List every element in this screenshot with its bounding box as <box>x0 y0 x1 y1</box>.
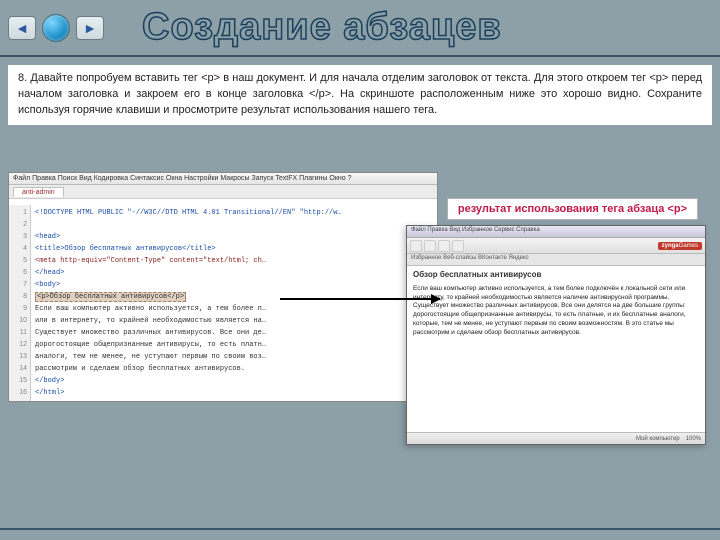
editor-code: <!DOCTYPE HTML PUBLIC "-//W3C//DTD HTML … <box>31 205 437 401</box>
home-icon[interactable] <box>452 240 464 252</box>
code-line: </head> <box>35 269 64 277</box>
editor-menubar[interactable]: Файл Правка Поиск Вид Кодировка Синтакси… <box>9 173 437 185</box>
result-label: результат использования тега абзаца <p> <box>447 198 698 220</box>
page-body-text: Если ваш компьютер активно используется,… <box>413 285 699 338</box>
code-line: <head> <box>35 233 60 241</box>
nav-next-button[interactable]: ► <box>76 16 104 40</box>
code-line: <meta http-equiv="Content-Type" content=… <box>35 257 266 265</box>
browser-content: Обзор бесплатных антивирусов Если ваш ко… <box>407 266 705 341</box>
nav-prev-button[interactable]: ◄ <box>8 16 36 40</box>
status-mode: Мой компьютер <box>636 436 680 442</box>
code-line: Если ваш компьютер активно используется,… <box>35 305 266 313</box>
status-zoom: 100% <box>686 436 701 442</box>
page-heading: Обзор бесплатных антивирусов <box>413 270 699 281</box>
back-icon[interactable] <box>410 240 422 252</box>
instruction-block: 8. Давайте попробуем вставить тег <p> в … <box>8 65 712 125</box>
editor-gutter: 12345678910111213141516 <box>9 205 31 401</box>
divider <box>0 55 720 57</box>
instruction-text: Давайте попробуем вставить тег <p> в наш… <box>18 72 702 116</box>
browser-window: Файл Правка Вид Избранное Сервис Справка… <box>406 225 706 445</box>
forward-icon[interactable] <box>424 240 436 252</box>
code-line: аналоги, тем не менее, не уступают первы… <box>35 353 266 361</box>
bottom-divider <box>0 528 720 530</box>
code-line: <title>Обзор бесплатных антивирусов</tit… <box>35 245 216 253</box>
browser-favorites-bar[interactable]: Избранное Веб-слайсы ВКонтакте Яндекс <box>407 254 705 266</box>
step-number: 8. <box>18 72 27 84</box>
editor-tab[interactable]: anti-admin <box>13 187 64 197</box>
header-toolbar: ◄ ► Создание абзацев <box>0 0 720 55</box>
code-editor-window: Файл Правка Поиск Вид Кодировка Синтакси… <box>8 172 438 402</box>
reload-icon[interactable] <box>438 240 450 252</box>
code-line: дорогостоящие общепризнанные антивирусы,… <box>35 341 266 349</box>
code-line: Существует множество различных антивирус… <box>35 329 266 337</box>
code-line: <body> <box>35 281 60 289</box>
browser-statusbar: Мой компьютер 100% <box>407 432 705 444</box>
zynga-badge[interactable]: zyngaGames <box>658 242 702 250</box>
code-line: рассмотрим и сделаем обзор бесплатных ан… <box>35 365 245 373</box>
page-title: Создание абзацев <box>142 6 502 49</box>
globe-icon[interactable] <box>42 14 70 42</box>
code-line: </body> <box>35 377 64 385</box>
code-line: </html> <box>35 389 64 397</box>
arrow-icon <box>280 298 440 300</box>
code-line: или в интернету, то крайней необходимост… <box>35 317 266 325</box>
highlighted-line: <p>Обзор бесплатных антивирусов</p> <box>35 292 186 302</box>
browser-toolbar[interactable]: zyngaGames <box>407 238 705 254</box>
browser-menubar[interactable]: Файл Правка Вид Избранное Сервис Справка <box>407 226 705 238</box>
code-line: <!DOCTYPE HTML PUBLIC "-//W3C//DTD HTML … <box>35 209 342 217</box>
